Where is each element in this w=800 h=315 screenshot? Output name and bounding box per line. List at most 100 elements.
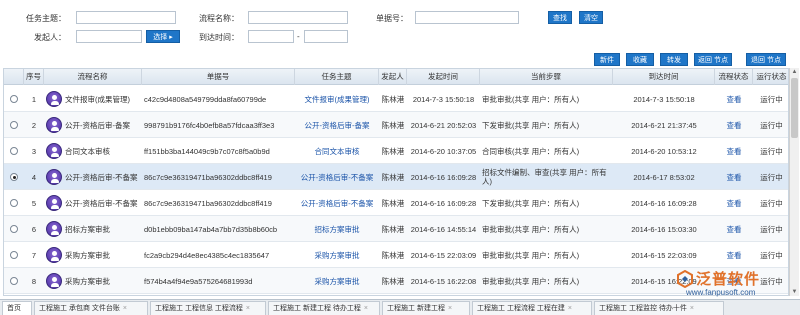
status-cell[interactable]: 查看 bbox=[727, 95, 742, 104]
doc-cell: 998791b9176fc4b0efb8a57fdcaa3ff3e3 bbox=[144, 120, 275, 130]
doc-cell: f574b4a4f94e9a575264681993d bbox=[144, 276, 253, 286]
start-cell: 2014-6-20 10:37:05 bbox=[410, 146, 477, 156]
tab-item[interactable]: 工程施工 工程信息 工程流程 × bbox=[150, 301, 266, 315]
table-row[interactable]: 4 公开-资格后审-不备案 86c7c9e36319471ba96302ddbc8f… bbox=[4, 164, 788, 190]
user-avatar-icon bbox=[46, 143, 62, 159]
start-cell: 2014-6-21 20:52:03 bbox=[410, 120, 477, 130]
process-name: 公开-资格后审-不备案 bbox=[65, 172, 138, 182]
task-cell[interactable]: 公开-资格后审-不备案 bbox=[301, 173, 374, 182]
row-radio[interactable] bbox=[10, 225, 18, 233]
initiator-input[interactable] bbox=[76, 30, 142, 43]
arrival-end-input[interactable] bbox=[304, 30, 348, 43]
task-cell[interactable]: 公开-资格后审-不备案 bbox=[301, 199, 374, 208]
new-button[interactable]: 新件 bbox=[594, 53, 620, 66]
tab-close-icon[interactable]: × bbox=[123, 305, 127, 312]
forward-button[interactable]: 转发 bbox=[660, 53, 688, 66]
tab-item[interactable]: 工程施工 承包商 文件台账 × bbox=[34, 301, 148, 315]
doc-column-cell: c42c9d4808a549799dda8fa60799de bbox=[142, 86, 295, 112]
header-process: 流程名称 bbox=[44, 69, 142, 85]
arrival-start-input[interactable] bbox=[248, 30, 294, 43]
task-cell[interactable]: 公开-资格后审-备案 bbox=[305, 121, 370, 130]
task-cell[interactable]: 采购方案审批 bbox=[315, 277, 360, 286]
process-cell: 采购方案审批 bbox=[44, 268, 142, 294]
status-column-cell: 查看 bbox=[715, 242, 753, 268]
row-radio[interactable] bbox=[10, 251, 18, 259]
start-column-cell: 2014-6-20 10:37:05 bbox=[407, 138, 480, 164]
step-cell: 审批审批(共享 用户：所有人) bbox=[482, 276, 580, 286]
row-radio[interactable] bbox=[10, 147, 18, 155]
row-radio[interactable] bbox=[10, 199, 18, 207]
initiator-column-cell: 陈林港 bbox=[379, 242, 407, 268]
tab-close-icon[interactable]: × bbox=[246, 305, 250, 312]
task-cell[interactable]: 招标方案审批 bbox=[315, 225, 360, 234]
tab-label: 工程施工 工程信息 工程流程 bbox=[155, 305, 243, 312]
tab-item[interactable]: 工程施工 新建工程 待办工程 × bbox=[268, 301, 380, 315]
radio-cell bbox=[4, 242, 24, 268]
table-row[interactable]: 7 采购方案审批 fc2a9cb294d4e8ec4385c4ec1835647 采购… bbox=[4, 242, 788, 268]
doc-column-cell: d0b1ebb09ba147ab4a7bb7d35b8b60cb bbox=[142, 216, 295, 242]
table-row[interactable]: 3 合同文本审核 ff151bb3ba144049c9b7c07c8f5a0b9d 合… bbox=[4, 138, 788, 164]
scroll-thumb[interactable] bbox=[791, 78, 798, 138]
vertical-scrollbar[interactable]: ▲ ▼ bbox=[789, 68, 799, 296]
date-range-dash: - bbox=[297, 32, 300, 41]
select-initiator-button[interactable]: 选择 ▸ bbox=[146, 30, 180, 43]
tab-item[interactable]: 工程施工 新建工程 × bbox=[382, 301, 470, 315]
brand-url: www.fanpusoft.com bbox=[686, 288, 756, 297]
status-cell[interactable]: 查看 bbox=[727, 225, 742, 234]
run-cell: 运行中 bbox=[760, 146, 783, 156]
clear-button[interactable]: 清空 bbox=[579, 11, 603, 24]
tab-close-icon[interactable]: × bbox=[448, 305, 452, 312]
process-name: 文件报审(成果管理) bbox=[65, 94, 130, 104]
header-radio bbox=[4, 69, 24, 85]
no-cell: 6 bbox=[31, 224, 37, 234]
return-node-button[interactable]: 返回 节点 bbox=[694, 53, 732, 66]
table-row[interactable]: 8 采购方案审批 f574b4a4f94e9a575264681993d 采购方案审批… bbox=[4, 268, 788, 294]
status-cell[interactable]: 查看 bbox=[727, 251, 742, 260]
task-column-cell: 公开-资格后审-备案 bbox=[295, 112, 379, 138]
process-name-input[interactable] bbox=[248, 11, 348, 24]
tab-close-icon[interactable]: × bbox=[568, 305, 572, 312]
process-cell: 文件报审(成果管理) bbox=[44, 86, 142, 112]
table-row[interactable]: 5 公开-资格后审-不备案 86c7c9e36319471ba96302ddbc8f… bbox=[4, 190, 788, 216]
scroll-up-icon[interactable]: ▲ bbox=[791, 68, 798, 76]
doc-no-input[interactable] bbox=[415, 11, 519, 24]
task-cell[interactable]: 文件报审(成果管理) bbox=[305, 95, 370, 104]
row-radio[interactable] bbox=[10, 121, 18, 129]
table-row[interactable]: 6 招标方案审批 d0b1ebb09ba147ab4a7bb7d35b8b60cb 招… bbox=[4, 216, 788, 242]
task-cell[interactable]: 合同文本审核 bbox=[315, 147, 360, 156]
status-cell[interactable]: 查看 bbox=[727, 199, 742, 208]
task-cell[interactable]: 采购方案审批 bbox=[315, 251, 360, 260]
status-cell[interactable]: 查看 bbox=[727, 147, 742, 156]
row-radio[interactable] bbox=[10, 95, 18, 103]
initiator-column-cell: 陈林港 bbox=[379, 190, 407, 216]
no-column-cell: 4 bbox=[24, 164, 44, 190]
radio-cell bbox=[4, 138, 24, 164]
initiator-column-cell: 陈林港 bbox=[379, 268, 407, 294]
status-cell[interactable]: 查看 bbox=[727, 121, 742, 130]
tab-item[interactable]: 工程施工 工程监控 待办十件 × bbox=[594, 301, 724, 315]
toolbar: 新件 收藏 转发 返回 节点 退回 节点 bbox=[0, 52, 800, 68]
tab-close-icon[interactable]: × bbox=[364, 305, 368, 312]
row-radio[interactable] bbox=[10, 173, 18, 181]
table-row[interactable]: 2 公开-资格后审-备案 998791b9176fc4b0efb8a57fdcaa3… bbox=[4, 112, 788, 138]
search-button[interactable]: 查找 bbox=[548, 11, 572, 24]
tab-close-icon[interactable]: × bbox=[690, 305, 694, 312]
tab-item[interactable]: 工程施工 工程流程 工程在建 × bbox=[472, 301, 592, 315]
table-row[interactable]: 1 文件报审(成果管理) c42c9d4808a549799dda8fa60799d… bbox=[4, 86, 788, 112]
tab-item[interactable]: 首页 bbox=[2, 301, 32, 315]
run-column-cell: 运行中 bbox=[753, 216, 788, 242]
run-cell: 运行中 bbox=[760, 198, 783, 208]
initiator-cell: 陈林港 bbox=[381, 250, 405, 260]
process-name: 公开-资格后审-不备案 bbox=[65, 198, 138, 208]
back-node-button[interactable]: 退回 节点 bbox=[746, 53, 786, 66]
start-cell: 2014-6-15 16:22:08 bbox=[410, 276, 477, 286]
step-cell: 审批审批(共享 用户：所有人) bbox=[482, 250, 580, 260]
process-cell: 招标方案审批 bbox=[44, 216, 142, 242]
step-column-cell: 合同审核(共享 用户：所有人) bbox=[480, 138, 613, 164]
task-subject-input[interactable] bbox=[76, 11, 176, 24]
start-cell: 2014-7-3 15:50:18 bbox=[412, 94, 475, 104]
row-radio[interactable] bbox=[10, 277, 18, 285]
no-column-cell: 5 bbox=[24, 190, 44, 216]
status-cell[interactable]: 查看 bbox=[727, 173, 742, 182]
favorite-button[interactable]: 收藏 bbox=[626, 53, 654, 66]
